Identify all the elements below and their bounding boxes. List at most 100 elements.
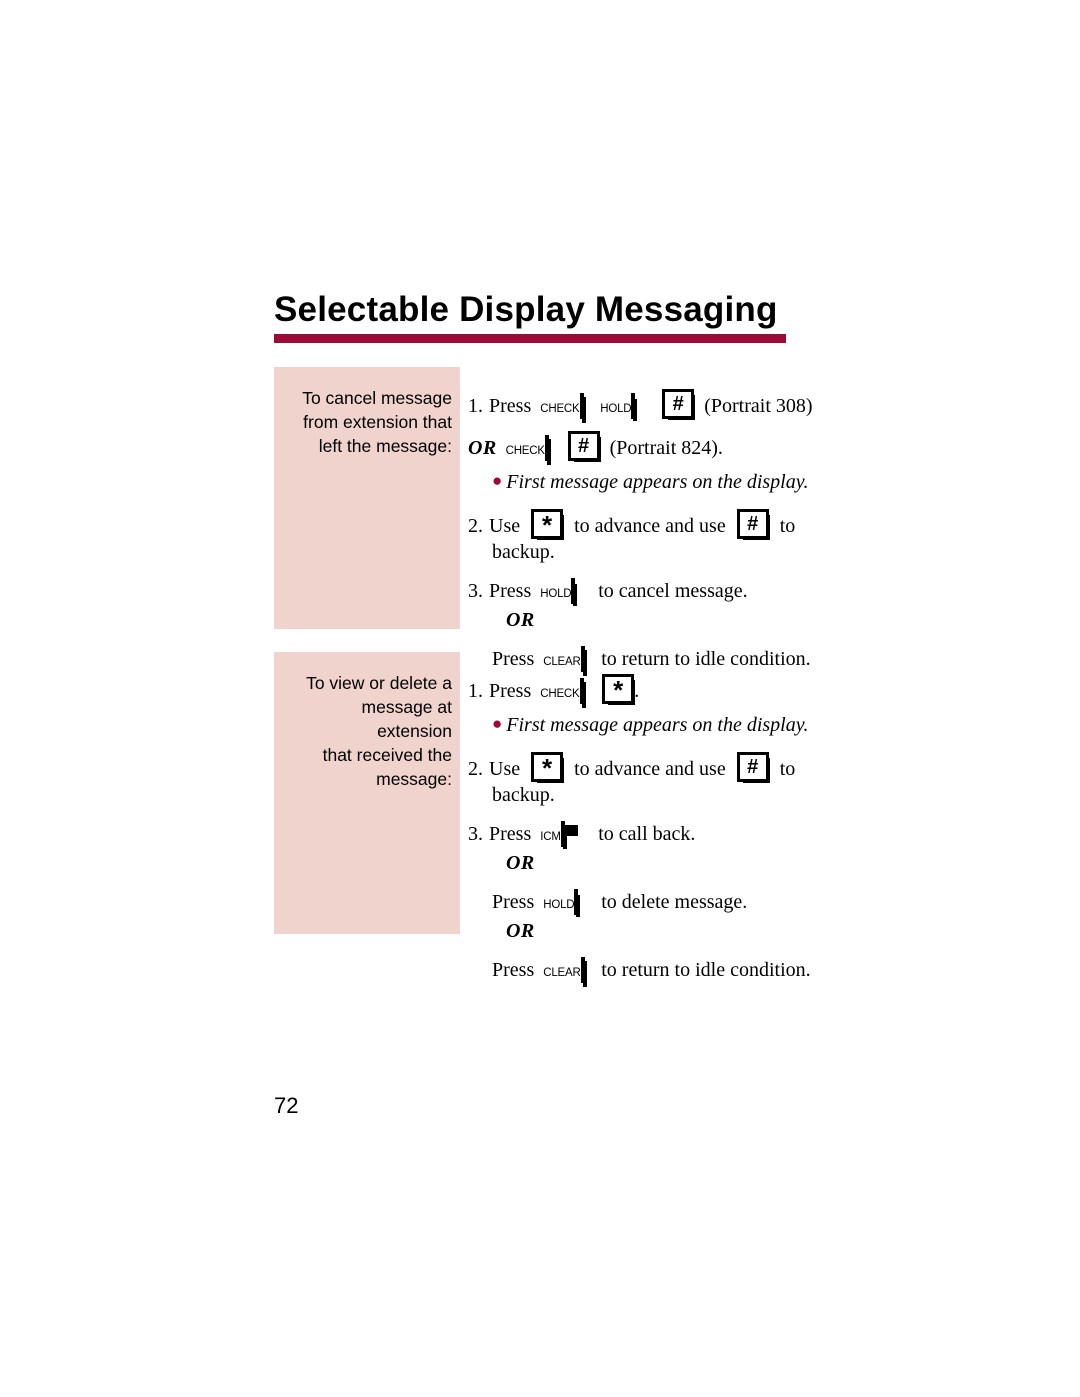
section-label: To view or delete a message at extension… <box>284 671 452 791</box>
key-glyph: # <box>747 756 759 778</box>
key-glyph: # <box>672 393 684 415</box>
pound-key-icon[interactable]: # <box>736 752 770 783</box>
pound-key-icon[interactable]: # <box>662 389 696 420</box>
key-body: # <box>736 509 770 540</box>
star-key-icon[interactable]: * <box>531 752 565 783</box>
key-body <box>579 393 584 419</box>
key-glyph: # <box>578 435 590 457</box>
key-body <box>544 435 549 461</box>
step-number: 2. <box>468 758 483 780</box>
key-label: HOLD <box>600 403 632 415</box>
step-note: ● First message appears on the display. <box>468 713 809 738</box>
step-trailing-note: (Portrait 824). <box>609 437 723 459</box>
key-label: CHECK <box>540 403 580 415</box>
hold-key-icon[interactable]: HOLD <box>540 578 586 604</box>
step-number: 1. <box>468 395 483 417</box>
key-body <box>574 889 579 915</box>
key-label: CHECK <box>540 688 580 700</box>
pound-key-icon[interactable]: # <box>567 431 601 462</box>
or-label: OR <box>468 437 497 459</box>
pound-key-icon[interactable]: # <box>736 509 770 540</box>
step-text: to <box>779 758 796 780</box>
icm-key-icon[interactable]: ICM <box>540 821 586 847</box>
key-body: * <box>602 674 636 705</box>
key-body: # <box>567 431 601 462</box>
hold-key-icon[interactable]: HOLD <box>543 889 589 915</box>
key-label: ICM <box>540 831 561 843</box>
clear-key-icon[interactable]: CLEAR <box>543 957 589 983</box>
key-body <box>580 957 585 983</box>
step-number: 3. <box>468 580 483 602</box>
title-rule <box>274 334 786 343</box>
step-text-wrap: backup. <box>492 541 555 563</box>
section-label-line: that received the <box>322 745 452 765</box>
note-text: First message appears on the display. <box>506 471 809 493</box>
section-label-line: To cancel message <box>302 388 452 408</box>
section-label-pane: To view or delete a message at extension… <box>274 652 460 934</box>
page-title: Selectable Display Messaging <box>274 290 778 329</box>
step-text: to cancel message. <box>598 580 748 602</box>
step-text: to delete message. <box>601 891 748 913</box>
section-label-line: message: <box>376 769 452 789</box>
key-body <box>579 678 584 704</box>
document-page: Selectable Display Messaging To cancel m… <box>0 0 1080 1397</box>
key-glyph: * <box>613 675 624 705</box>
section-label-pane: To cancel message from extension that le… <box>274 367 460 629</box>
step-verb: Press <box>489 823 532 845</box>
led-indicator-icon <box>564 825 578 836</box>
page-number: 72 <box>274 1093 299 1118</box>
step-alternate: Press CLEAR to return to idle condition. <box>468 957 811 983</box>
step-verb: Press <box>489 395 532 417</box>
note-text: First message appears on the display. <box>506 714 809 736</box>
page-header: Selectable Display Messaging <box>274 292 786 343</box>
check-key-icon[interactable]: CHECK <box>540 393 586 419</box>
step-verb: Press <box>492 891 535 913</box>
step-number: 2. <box>468 515 483 537</box>
star-key-icon[interactable]: * <box>531 509 565 540</box>
or-text: OR <box>506 920 535 942</box>
section-steps: 1. Press CHECK HOLD # (Portrait 308) OR … <box>468 367 813 672</box>
section-label-line: left the message: <box>318 436 452 456</box>
key-glyph: * <box>542 753 553 783</box>
key-body: * <box>531 752 565 783</box>
step-verb: Press <box>489 680 532 702</box>
or-text: OR <box>506 852 535 874</box>
section-label-line: To view or delete a <box>306 673 452 693</box>
key-label: HOLD <box>540 588 572 600</box>
check-key-icon[interactable]: CHECK <box>540 678 586 704</box>
section-label-line: from extension that <box>303 412 452 432</box>
key-body: # <box>662 389 696 420</box>
step: 2. Use * to advance and use # to backup. <box>468 509 795 565</box>
step-text: to advance and use <box>574 515 726 537</box>
or-text: OR <box>506 609 535 631</box>
step: 1. Press CHECK HOLD # (Portrait 308) <box>468 389 813 420</box>
key-body: # <box>736 752 770 783</box>
step-text: to return to idle condition. <box>601 959 811 981</box>
step-verb: Use <box>489 758 521 780</box>
key-label: CLEAR <box>543 967 581 979</box>
key-body <box>571 578 576 604</box>
step-alternate: Press HOLD to delete message. <box>468 889 786 915</box>
section-label: To cancel message from extension that le… <box>284 386 452 458</box>
key-glyph: # <box>747 513 759 535</box>
key-glyph: * <box>542 510 553 540</box>
step-text: to <box>779 515 796 537</box>
key-label: CHECK <box>505 445 545 457</box>
step-text-wrap: backup. <box>492 784 555 806</box>
bullet-icon: ● <box>492 714 503 733</box>
section-label-line: message at extension <box>361 697 452 741</box>
check-key-icon[interactable]: CHECK <box>505 435 552 461</box>
step: 3. Press ICM to call back. <box>468 821 786 847</box>
key-body <box>631 393 636 419</box>
step-number: 1. <box>468 680 483 702</box>
step-verb: Press <box>492 959 535 981</box>
or-label: OR <box>468 919 786 944</box>
step-trailing-note: (Portrait 308) <box>704 395 813 417</box>
hold-key-icon[interactable]: HOLD <box>600 393 646 419</box>
star-key-icon[interactable]: * <box>602 674 636 705</box>
step-alternate: OR CHECK # (Portrait 824). <box>468 431 786 462</box>
step-text: to advance and use <box>574 758 726 780</box>
step: 3. Press HOLD to cancel message. <box>468 578 786 604</box>
or-label: OR <box>468 851 786 876</box>
step-text: to call back. <box>598 823 696 845</box>
